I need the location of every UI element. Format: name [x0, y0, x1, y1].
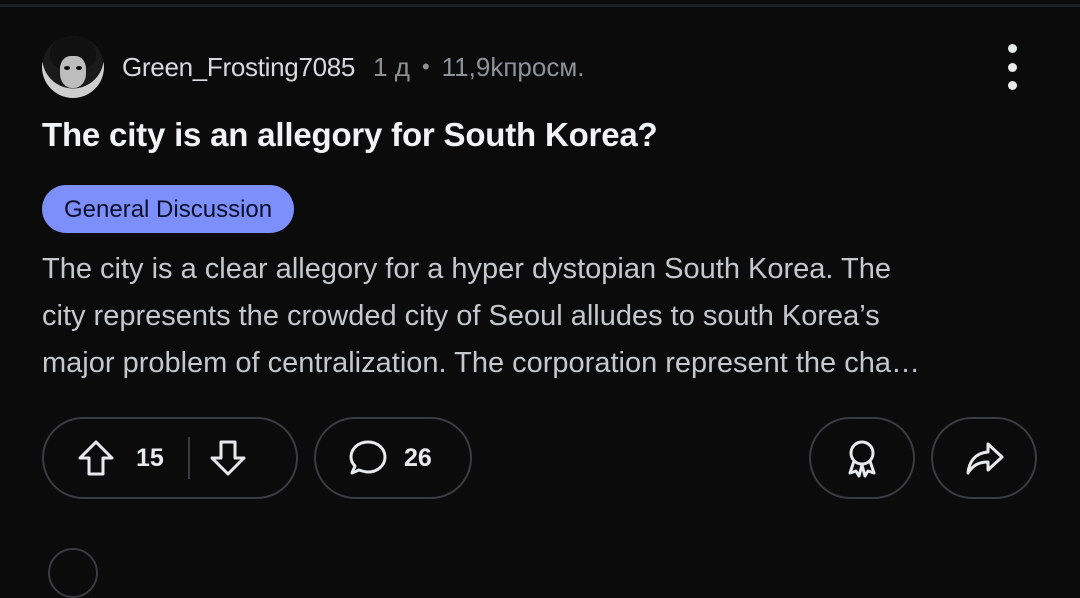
award-icon	[840, 436, 884, 480]
bottom-divider	[0, 544, 1080, 554]
downvote-icon[interactable]	[206, 436, 250, 480]
more-dot	[1007, 81, 1017, 90]
post-meta-row: Green_Frosting7085 1 д • 11,9kпросм.	[42, 36, 584, 98]
post-title[interactable]: The city is an allegory for South Korea?	[42, 116, 658, 154]
post-body-line: major problem of centralization. The cor…	[42, 347, 920, 379]
award-button[interactable]	[809, 417, 915, 499]
meta-separator: •	[421, 54, 430, 79]
more-dot	[1007, 62, 1017, 72]
avatar-eye	[76, 66, 82, 70]
vote-control: 15	[42, 417, 298, 499]
post-views: 11,9kпросм.	[441, 51, 585, 82]
post-body-line: The city is a clear allegory for a hyper…	[42, 253, 891, 285]
author-avatar[interactable]	[42, 36, 104, 98]
more-options-icon[interactable]	[996, 44, 1028, 90]
next-post-avatar	[48, 548, 98, 598]
vote-score: 15	[136, 443, 164, 472]
avatar-eye	[64, 66, 70, 70]
post-flair[interactable]: General Discussion	[42, 185, 295, 233]
more-dot	[1007, 44, 1017, 53]
post-card[interactable]: Green_Frosting7085 1 д • 11,9kпросм. The…	[0, 0, 1080, 554]
post-body-line: city represents the crowded city of Seou…	[42, 300, 880, 332]
post-body[interactable]: The city is a clear allegory for a hyper…	[42, 246, 1042, 387]
vote-divider	[187, 437, 190, 479]
post-age: 1 д	[373, 51, 410, 82]
share-icon	[962, 436, 1006, 480]
avatar-face	[60, 56, 86, 88]
comments-button[interactable]: 26	[314, 417, 472, 499]
comment-count: 26	[404, 443, 432, 472]
author-username[interactable]: Green_Frosting7085	[122, 52, 355, 83]
share-button[interactable]	[931, 417, 1037, 499]
comment-icon	[346, 436, 390, 480]
upvote-icon[interactable]	[74, 436, 118, 480]
